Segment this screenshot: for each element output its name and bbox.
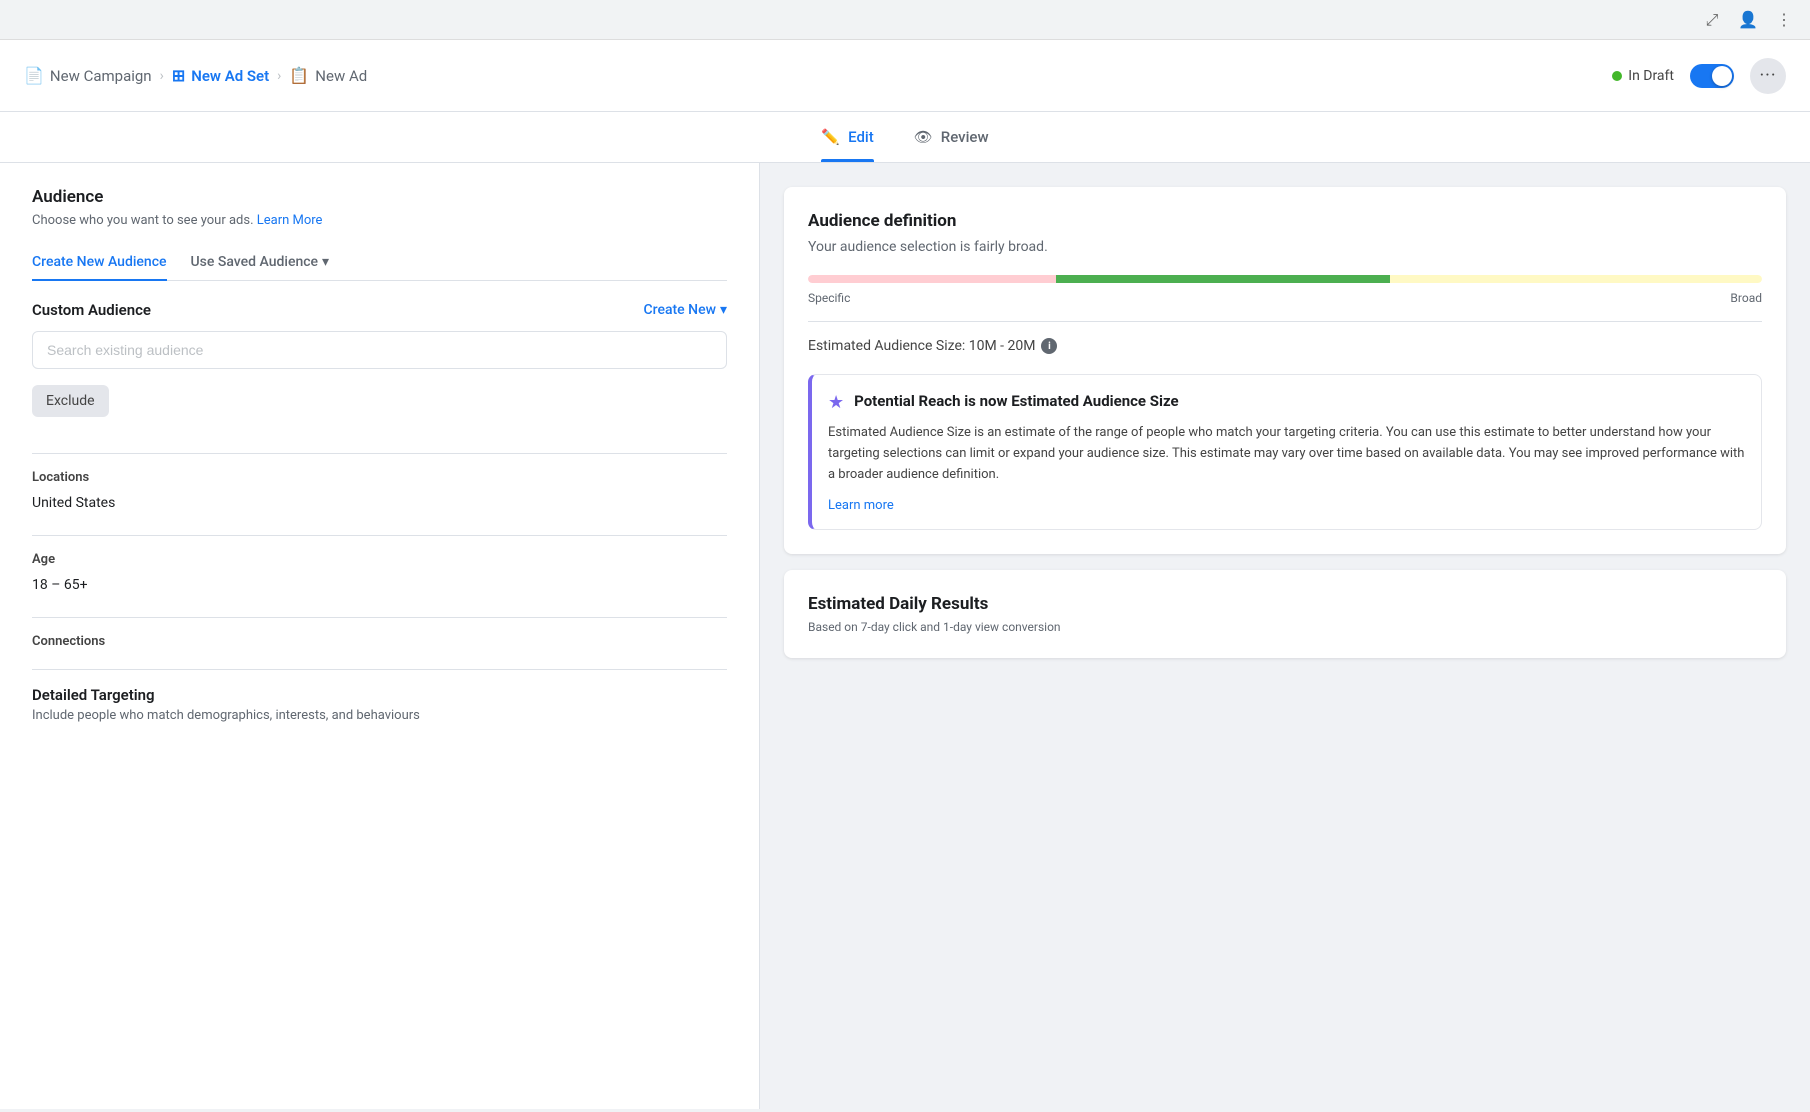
meter-labels: Specific Broad <box>808 291 1762 305</box>
create-new-audience-label: Create New Audience <box>32 254 167 270</box>
audience-subtitle-text: Choose who you want to see your ads. <box>32 213 254 228</box>
detailed-targeting-subtitle: Include people who match demographics, i… <box>32 708 727 723</box>
draft-dot <box>1612 71 1622 81</box>
toggle-knob <box>1712 66 1732 86</box>
create-new-label: Create New <box>644 302 716 318</box>
review-tab-icon: 👁 <box>914 128 933 146</box>
breadcrumb-ad-label: New Ad <box>315 67 367 85</box>
breadcrumb-new-ad-set[interactable]: ⊞ New Ad Set <box>172 66 269 85</box>
edit-tab-icon: ✏️ <box>821 128 840 146</box>
divider-2 <box>32 535 727 536</box>
search-audience-input[interactable] <box>32 331 727 369</box>
draft-toggle[interactable] <box>1690 64 1734 88</box>
resize-icon[interactable]: ⤢ <box>1702 10 1722 30</box>
divider-4 <box>32 669 727 670</box>
audience-definition-title: Audience definition <box>808 211 1762 231</box>
audience-tabs: Create New Audience Use Saved Audience ▾ <box>32 244 727 281</box>
breadcrumb-adset-label: New Ad Set <box>191 67 269 85</box>
estimated-daily-results-card: Estimated Daily Results Based on 7-day c… <box>784 570 1786 658</box>
create-new-dropdown-icon: ▾ <box>720 302 727 318</box>
connections-label: Connections <box>32 634 727 649</box>
draft-label: In Draft <box>1628 68 1674 84</box>
tip-header: ★ Potential Reach is now Estimated Audie… <box>828 391 1745 413</box>
age-label: Age <box>32 552 727 567</box>
tab-bar: ✏️ Edit 👁 Review <box>0 112 1810 163</box>
audience-section-title-row: Audience <box>32 187 727 207</box>
locations-section: Locations United States <box>32 470 727 515</box>
campaign-icon: 📄 <box>24 66 44 85</box>
draft-indicator: In Draft <box>1612 68 1674 84</box>
age-value: 18 – 65+ <box>32 573 727 597</box>
top-bar: 📄 New Campaign › ⊞ New Ad Set › 📋 New Ad… <box>0 40 1810 112</box>
connections-section: Connections <box>32 634 727 649</box>
learn-more-link[interactable]: Learn More <box>257 213 323 228</box>
audience-meter: Specific Broad <box>808 275 1762 305</box>
daily-results-title: Estimated Daily Results <box>808 594 1762 614</box>
detailed-targeting-title: Detailed Targeting <box>32 686 727 704</box>
meter-label-specific: Specific <box>808 291 850 305</box>
audience-section-subtitle: Choose who you want to see your ads. Lea… <box>32 213 727 228</box>
main-layout: Audience Choose who you want to see your… <box>0 163 1810 1109</box>
audience-section-header: Custom Audience Create New ▾ <box>32 301 727 319</box>
age-section: Age 18 – 65+ <box>32 552 727 597</box>
tip-body: Estimated Audience Size is an estimate o… <box>828 423 1745 485</box>
star-icon: ★ <box>828 392 844 413</box>
breadcrumb-campaign-label: New Campaign <box>50 67 152 85</box>
more-options-button[interactable]: ··· <box>1750 58 1786 94</box>
breadcrumb-sep-2: › <box>277 68 281 84</box>
breadcrumb-new-campaign[interactable]: 📄 New Campaign <box>24 66 152 85</box>
locations-label: Locations <box>32 470 727 485</box>
chevron-down-icon: ▾ <box>322 254 329 270</box>
search-audience-wrapper <box>32 331 727 369</box>
audience-size-label: Estimated Audience Size: 10M - 20M <box>808 338 1035 354</box>
audience-definition-subtitle: Your audience selection is fairly broad. <box>808 239 1762 255</box>
breadcrumb-sep-1: › <box>160 68 164 84</box>
tab-create-new-audience[interactable]: Create New Audience <box>32 244 167 280</box>
divider-3 <box>32 617 727 618</box>
create-new-button[interactable]: Create New ▾ <box>644 302 728 318</box>
left-panel: Audience Choose who you want to see your… <box>0 163 760 1109</box>
tab-edit[interactable]: ✏️ Edit <box>821 112 873 162</box>
right-panel: Audience definition Your audience select… <box>760 163 1810 1109</box>
tip-learn-more-link[interactable]: Learn more <box>828 498 894 513</box>
locations-value: United States <box>32 491 727 515</box>
audience-size-info-icon[interactable]: i <box>1041 338 1057 354</box>
custom-audience-label: Custom Audience <box>32 301 151 319</box>
audience-section-title: Audience <box>32 187 727 207</box>
browser-chrome: ⤢ 👤 ⋮ <box>0 0 1810 40</box>
user-icon[interactable]: 👤 <box>1738 10 1758 30</box>
daily-results-subtitle: Based on 7-day click and 1-day view conv… <box>808 620 1762 634</box>
review-tab-label: Review <box>941 128 989 146</box>
ad-set-icon: ⊞ <box>172 66 185 85</box>
meter-segment-specific <box>808 275 1056 283</box>
audience-definition-card: Audience definition Your audience select… <box>784 187 1786 554</box>
browser-more-icon[interactable]: ⋮ <box>1774 10 1794 30</box>
exclude-label: Exclude <box>46 393 95 409</box>
top-bar-right: In Draft ··· <box>1612 58 1786 94</box>
tip-title: Potential Reach is now Estimated Audienc… <box>854 391 1178 412</box>
breadcrumb: 📄 New Campaign › ⊞ New Ad Set › 📋 New Ad <box>24 66 367 85</box>
meter-divider <box>808 321 1762 322</box>
divider-1 <box>32 453 727 454</box>
meter-segment-broad <box>1390 275 1762 283</box>
audience-size-row: Estimated Audience Size: 10M - 20M i <box>808 338 1762 354</box>
edit-tab-label: Edit <box>848 128 874 146</box>
meter-label-broad: Broad <box>1730 291 1762 305</box>
meter-segment-middle <box>1056 275 1390 283</box>
use-saved-label: Use Saved Audience <box>191 254 319 270</box>
exclude-toggle-btn[interactable]: Exclude <box>32 385 109 417</box>
use-saved-wrapper: Use Saved Audience ▾ <box>191 254 330 270</box>
meter-bar <box>808 275 1762 283</box>
more-options-icon: ··· <box>1759 65 1776 86</box>
tab-review[interactable]: 👁 Review <box>914 112 989 162</box>
breadcrumb-new-ad[interactable]: 📋 New Ad <box>289 66 367 85</box>
tab-use-saved-audience[interactable]: Use Saved Audience ▾ <box>191 244 330 280</box>
detailed-targeting-section: Detailed Targeting Include people who ma… <box>32 686 727 723</box>
ad-icon: 📋 <box>289 66 309 85</box>
tip-card: ★ Potential Reach is now Estimated Audie… <box>808 374 1762 530</box>
